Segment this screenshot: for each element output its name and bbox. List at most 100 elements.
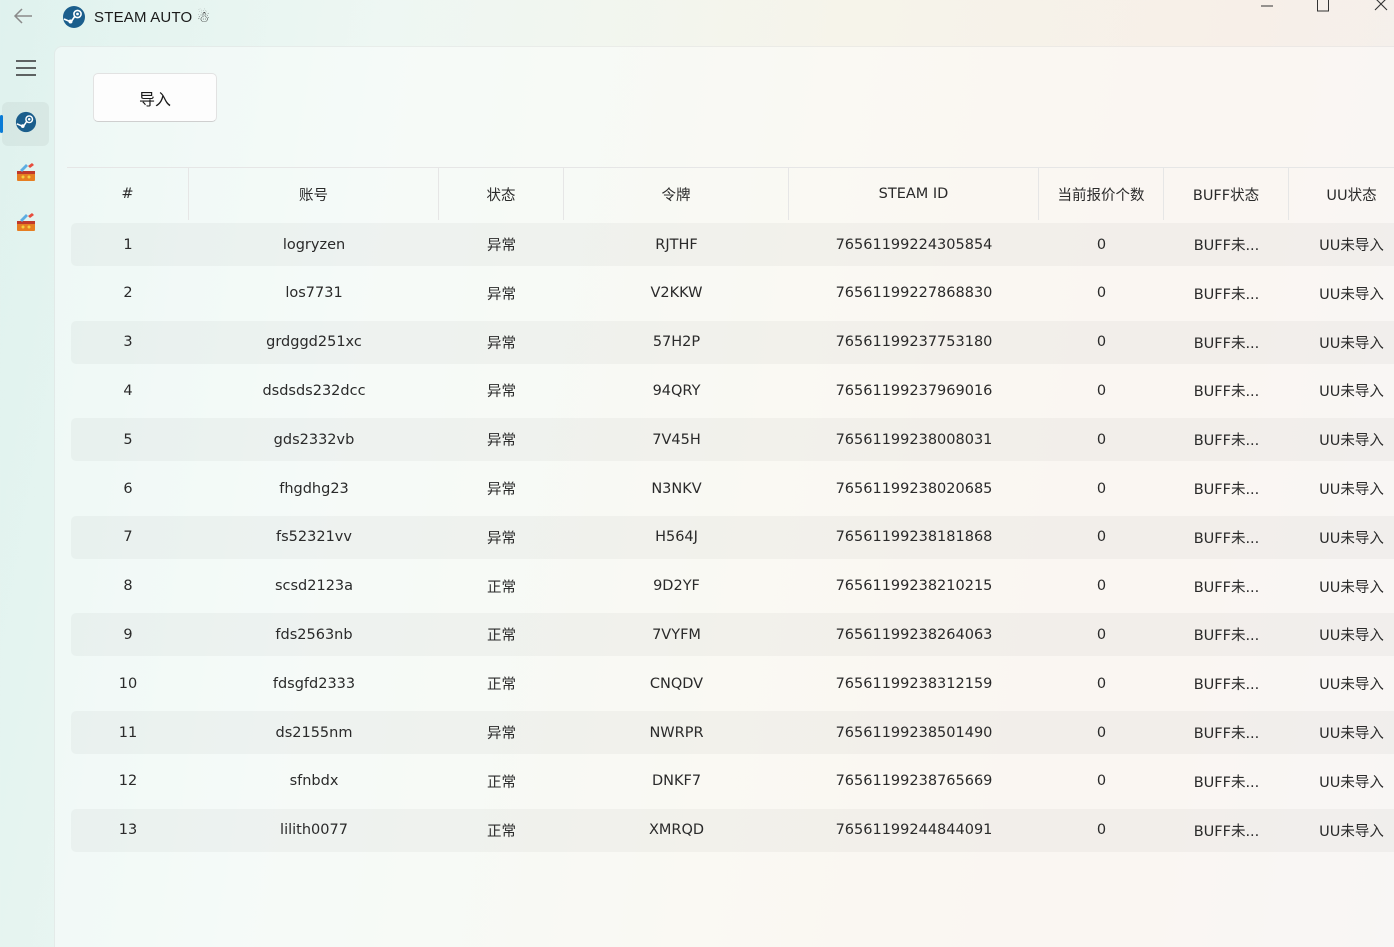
cell-buff-status: BUFF未...	[1193, 726, 1260, 742]
column-header-account[interactable]: 账号	[189, 168, 439, 220]
cell-account: ds2155nm	[275, 724, 353, 741]
cell-steam-id: 76561199244844091	[835, 822, 993, 839]
table-row[interactable]: 7 fs52321vv 异常 H564J 76561199238181868 0 BUFF未…	[71, 516, 1394, 559]
sidebar	[0, 46, 54, 947]
import-button[interactable]: 导入	[93, 73, 217, 122]
window-title: STEAM AUTO ☃	[94, 9, 211, 26]
cell-steam-id: 76561199238501490	[835, 724, 993, 741]
sidebar-item-tool-1[interactable]	[2, 152, 49, 196]
cell-token: 7V45H	[652, 431, 701, 448]
cell-steam-id: 76561199238008031	[835, 431, 993, 448]
cell-offer-count: 0	[1096, 578, 1107, 595]
cell-uu-status: UU未导入	[1319, 677, 1384, 694]
cell-token: 9D2YF	[653, 578, 700, 595]
cell-offer-count: 0	[1096, 382, 1107, 399]
cell-uu-status: UU未导入	[1319, 384, 1384, 401]
table-row[interactable]: 3 grdggd251xc 异常 57H2P 76561199237753180 0 BUF…	[71, 321, 1394, 364]
cell-token: DNKF7	[651, 773, 702, 790]
cell-status: 异常	[487, 286, 516, 303]
cell-uu-status: UU未导入	[1319, 530, 1384, 547]
cell-buff-status: BUFF未...	[1193, 384, 1260, 401]
column-header-uu-status[interactable]: UU状态	[1289, 168, 1394, 220]
cell-account: grdggd251xc	[266, 334, 362, 351]
table-row[interactable]: 11 ds2155nm 异常 NWRPR 76561199238501490 0 BUFF未…	[71, 711, 1394, 754]
cell-steam-id: 76561199238210215	[835, 578, 993, 595]
cell-steam-id: 76561199238181868	[835, 529, 993, 546]
cell-uu-status: UU未导入	[1319, 433, 1384, 450]
cell-index: 9	[123, 626, 133, 643]
cell-status: 异常	[487, 482, 516, 498]
column-header-buff-status[interactable]: BUFF状态	[1164, 168, 1289, 220]
table-row[interactable]: 2 los7731 异常 V2KKW 76561199227868830 0 BUFF未..…	[71, 272, 1394, 315]
cell-status: 正常	[487, 823, 516, 840]
cell-status: 异常	[487, 433, 516, 450]
cell-steam-id: 76561199224305854	[835, 236, 993, 253]
hamburger-menu-icon[interactable]	[2, 46, 49, 90]
cell-offer-count: 0	[1096, 675, 1107, 692]
table-row[interactable]: 10 fdsgfd2333 正常 CNQDV 76561199238312159 0 BUF…	[71, 662, 1394, 705]
cell-buff-status: BUFF未...	[1193, 774, 1260, 791]
cell-account: gds2332vb	[273, 431, 355, 448]
cell-steam-id: 76561199237753180	[835, 334, 993, 351]
cell-buff-status: BUFF未...	[1193, 482, 1260, 498]
cell-token: H564J	[655, 529, 698, 546]
cell-steam-id: 76561199237969016	[835, 382, 993, 399]
cell-index: 13	[118, 822, 138, 839]
minimize-icon[interactable]	[1244, 0, 1290, 14]
cell-offer-count: 0	[1096, 724, 1107, 741]
cell-status: 正常	[487, 774, 516, 791]
cell-account: dsdsds232dcc	[262, 382, 366, 399]
tool-icon	[15, 211, 37, 237]
cell-account: fds2563nb	[275, 626, 353, 643]
column-header-token[interactable]: 令牌	[564, 168, 789, 220]
cell-token: RJTHF	[655, 236, 698, 253]
column-header-index[interactable]: #	[67, 168, 189, 220]
column-header-steam-id[interactable]: STEAM ID	[789, 168, 1039, 220]
sidebar-item-tool-2[interactable]	[2, 202, 49, 246]
column-header-status[interactable]: 状态	[439, 168, 564, 220]
cell-buff-status: BUFF未...	[1193, 628, 1260, 645]
cell-account: los7731	[285, 285, 343, 302]
content-panel: 导入 # 账号 状态 令牌 STEAM ID 当前报价个数 BUFF状态 UU状…	[54, 46, 1394, 947]
table-row[interactable]: 1 logryzen 异常 RJTHF 76561199224305854 0 BUFF未.…	[71, 223, 1394, 266]
cell-account: lilith0077	[280, 822, 348, 839]
cell-buff-status: BUFF未...	[1193, 579, 1260, 596]
column-header-offer-count[interactable]: 当前报价个数	[1039, 168, 1164, 220]
close-icon[interactable]	[1358, 0, 1394, 14]
cell-status: 正常	[487, 628, 516, 645]
cell-status: 异常	[487, 335, 516, 352]
table-row[interactable]: 5 gds2332vb 异常 7V45H 76561199238008031 0 BUFF未…	[71, 418, 1394, 461]
cell-offer-count: 0	[1096, 626, 1107, 643]
cell-token: N3NKV	[651, 480, 702, 497]
sidebar-item-steam[interactable]	[0, 102, 49, 146]
table-row[interactable]: 13 lilith0077 正常 XMRQD 76561199244844091 0 BUF…	[71, 809, 1394, 852]
cell-buff-status: BUFF未...	[1193, 335, 1260, 352]
cell-status: 正常	[487, 579, 516, 596]
cell-account: sfnbdx	[289, 773, 339, 790]
table-row[interactable]: 9 fds2563nb 正常 7VYFM 76561199238264063 0 BUFF未…	[71, 613, 1394, 656]
table-row[interactable]: 4 dsdsds232dcc 异常 94QRY 76561199237969016 0 BU…	[71, 369, 1394, 412]
cell-status: 异常	[487, 726, 516, 742]
cell-status: 异常	[487, 384, 516, 401]
cell-account: scsd2123a	[274, 578, 354, 595]
cell-buff-status: BUFF未...	[1193, 530, 1260, 547]
cell-buff-status: BUFF未...	[1193, 677, 1260, 694]
cell-index: 1	[123, 236, 133, 253]
cell-offer-count: 0	[1096, 773, 1107, 790]
cell-index: 5	[123, 431, 133, 448]
table-row[interactable]: 8 scsd2123a 正常 9D2YF 76561199238210215 0 BUFF未…	[71, 565, 1394, 608]
table-row[interactable]: 6 fhgdhg23 异常 N3NKV 76561199238020685 0 BUFF未.…	[71, 467, 1394, 510]
steam-icon	[15, 111, 37, 137]
back-arrow-icon[interactable]	[10, 4, 36, 28]
cell-account: fs52321vv	[276, 529, 352, 546]
cell-index: 7	[123, 529, 133, 546]
title-bar: STEAM AUTO ☃	[0, 0, 1394, 46]
maximize-icon[interactable]	[1300, 0, 1346, 14]
table-row[interactable]: 12 sfnbdx 正常 DNKF7 76561199238765669 0 BUFF未..…	[71, 760, 1394, 803]
cell-status: 异常	[487, 530, 516, 547]
cell-account: fhgdhg23	[279, 480, 349, 497]
cell-index: 10	[118, 675, 138, 692]
cell-index: 11	[118, 724, 138, 741]
cell-buff-status: BUFF未...	[1193, 433, 1260, 450]
cell-account: fdsgfd2333	[272, 675, 356, 692]
